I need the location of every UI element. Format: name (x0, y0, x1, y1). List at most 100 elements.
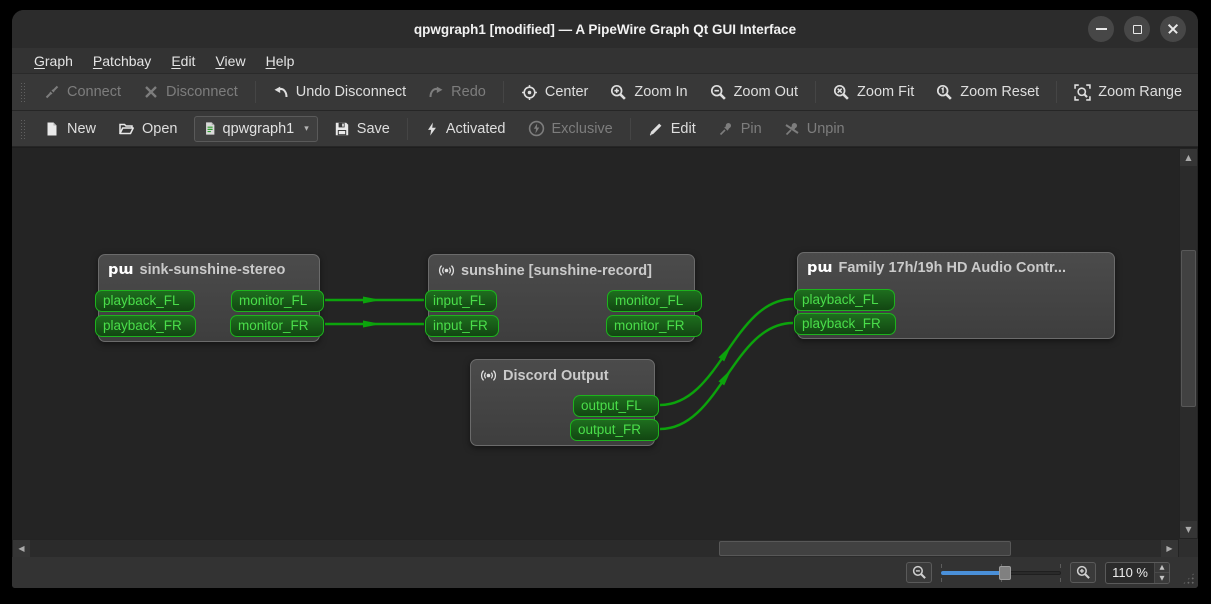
zoom-range-icon (1074, 83, 1091, 101)
new-label: New (67, 120, 97, 137)
port-playback-fr[interactable]: playback_FR (95, 315, 196, 337)
maximize-icon (1132, 24, 1142, 34)
menu-patchbay[interactable]: Patchbay (83, 51, 161, 71)
connection-arrow (363, 320, 381, 328)
edit-button[interactable]: Edit (638, 115, 706, 142)
new-file-icon (47, 122, 57, 135)
node-title: sunshine [sunshine-record] (461, 262, 652, 279)
scroll-left-button[interactable]: ◀ (13, 540, 30, 557)
vertical-scrollbar[interactable]: ▲ ▼ (1179, 148, 1198, 539)
port-input-fr[interactable]: input_FR (425, 315, 499, 337)
patchbay-combo-value: qpwgraph1 (222, 120, 295, 137)
exclusive-icon (528, 120, 544, 137)
redo-label: Redo (451, 84, 486, 100)
connect-button[interactable]: Connect (34, 79, 131, 106)
port-input-fl[interactable]: input_FL (425, 290, 497, 312)
port-output-fl[interactable]: output_FL (573, 395, 659, 417)
disconnect-button[interactable]: Disconnect (133, 79, 248, 106)
port-monitor-fl[interactable]: monitor_FL (231, 290, 324, 312)
node-family-hd-audio[interactable]: pɯ Family 17h/19h HD Audio Contr... play… (794, 252, 1115, 339)
zoom-out-button[interactable]: Zoom Out (700, 79, 808, 106)
undo-disconnect-label: Undo Disconnect (295, 84, 407, 100)
port-monitor-fl[interactable]: monitor_FL (607, 290, 702, 312)
undo-disconnect-button[interactable]: Undo Disconnect (263, 79, 416, 106)
menu-graph[interactable]: Graph (24, 51, 83, 71)
graph-canvas[interactable]: pɯ sink-sunshine-stereo playback_FL play… (12, 148, 1179, 539)
activated-button[interactable]: Activated (415, 115, 516, 142)
open-label: Open (142, 120, 178, 137)
exclusive-button[interactable]: Exclusive (518, 115, 623, 142)
close-button[interactable] (1160, 16, 1186, 42)
open-button[interactable]: Open (108, 115, 187, 142)
titlebar[interactable]: qpwgraph1 [modified] — A PipeWire Graph … (12, 10, 1198, 48)
close-icon (1167, 23, 1179, 35)
zoom-range-label: Zoom Range (1098, 84, 1183, 100)
toolbar-separator (406, 117, 408, 140)
zoom-fit-button[interactable]: Zoom Fit (823, 79, 924, 106)
pin-button[interactable]: Pin (708, 115, 772, 142)
port-playback-fl[interactable]: playback_FL (95, 290, 195, 312)
horizontal-scrollbar[interactable]: ◀ ▶ (12, 539, 1179, 558)
edit-label: Edit (670, 120, 696, 137)
port-playback-fl[interactable]: playback_FL (794, 289, 895, 311)
zoom-in-button[interactable]: Zoom In (600, 79, 697, 106)
toolbar-main: Connect Disconnect Undo Disconnect Redo … (12, 74, 1198, 111)
pin-label: Pin (740, 120, 762, 137)
patchbay-combo[interactable]: qpwgraph1 ▾ (193, 115, 318, 142)
minimize-button[interactable] (1088, 16, 1114, 42)
zoom-out-icon (912, 565, 926, 579)
redo-button[interactable]: Redo (418, 79, 496, 106)
save-button[interactable]: Save (324, 115, 400, 142)
zoom-in-icon (1076, 565, 1090, 579)
zoom-range-button[interactable]: Zoom Range (1064, 79, 1192, 106)
edit-icon (649, 123, 662, 135)
node-discord-output[interactable]: Discord Output output_FL output_FR (470, 359, 659, 446)
connect-icon (45, 85, 59, 99)
menubar: Graph Patchbay Edit View Help (12, 48, 1198, 74)
scroll-right-button[interactable]: ▶ (1161, 540, 1178, 557)
port-monitor-fr[interactable]: monitor_FR (606, 315, 702, 337)
center-button[interactable]: Center (511, 79, 599, 106)
port-monitor-fr[interactable]: monitor_FR (230, 315, 324, 337)
zoom-out-label: Zoom Out (733, 84, 799, 100)
zoom-fit-icon (833, 84, 849, 100)
new-button[interactable]: New (34, 115, 106, 142)
port-output-fr[interactable]: output_FR (570, 419, 659, 441)
scroll-up-button[interactable]: ▲ (1180, 149, 1197, 166)
menu-view[interactable]: View (205, 51, 255, 71)
node-sunshine-record[interactable]: sunshine [sunshine-record] input_FL inpu… (425, 254, 702, 342)
maximize-button[interactable] (1124, 16, 1150, 42)
menu-help[interactable]: Help (256, 51, 305, 71)
horizontal-scrollbar-thumb[interactable] (719, 541, 1011, 556)
unpin-button[interactable]: Unpin (774, 115, 855, 142)
resize-grip[interactable] (1182, 572, 1195, 585)
port-playback-fr[interactable]: playback_FR (794, 313, 896, 335)
node-title: sink-sunshine-stereo (139, 262, 286, 278)
window-title: qpwgraph1 [modified] — A PipeWire Graph … (413, 21, 797, 37)
statusbar-zoom-out-button[interactable] (906, 562, 933, 583)
slider-handle[interactable] (999, 565, 1012, 580)
zoom-spinbox[interactable]: 110 % ▲ ▼ (1105, 561, 1170, 584)
node-header: Discord Output (471, 360, 654, 384)
pin-icon (719, 122, 731, 135)
activated-label: Activated (445, 120, 506, 137)
node-sink-sunshine-stereo[interactable]: pɯ sink-sunshine-stereo playback_FL play… (95, 254, 324, 342)
vertical-scrollbar-thumb[interactable] (1181, 250, 1196, 407)
pipewire-icon: pɯ (108, 261, 134, 278)
toolbar-drag-handle[interactable] (20, 82, 26, 102)
toolbar-drag-handle[interactable] (20, 118, 26, 139)
spin-down-button[interactable]: ▼ (1155, 573, 1169, 583)
spin-up-button[interactable]: ▲ (1155, 562, 1169, 573)
zoom-slider[interactable] (941, 563, 1062, 582)
undo-icon (274, 86, 288, 98)
minimize-icon (1095, 28, 1107, 30)
zoom-reset-button[interactable]: Zoom Reset (926, 79, 1049, 106)
menu-edit[interactable]: Edit (161, 51, 205, 71)
statusbar-zoom-in-button[interactable] (1070, 562, 1097, 583)
spin-arrows: ▲ ▼ (1154, 562, 1169, 583)
pipewire-icon: pɯ (807, 259, 833, 276)
node-title: Family 17h/19h HD Audio Contr... (838, 260, 1066, 276)
scroll-down-button[interactable]: ▼ (1180, 521, 1197, 538)
redo-icon (429, 86, 443, 98)
node-header: pɯ Family 17h/19h HD Audio Contr... (798, 253, 1114, 276)
